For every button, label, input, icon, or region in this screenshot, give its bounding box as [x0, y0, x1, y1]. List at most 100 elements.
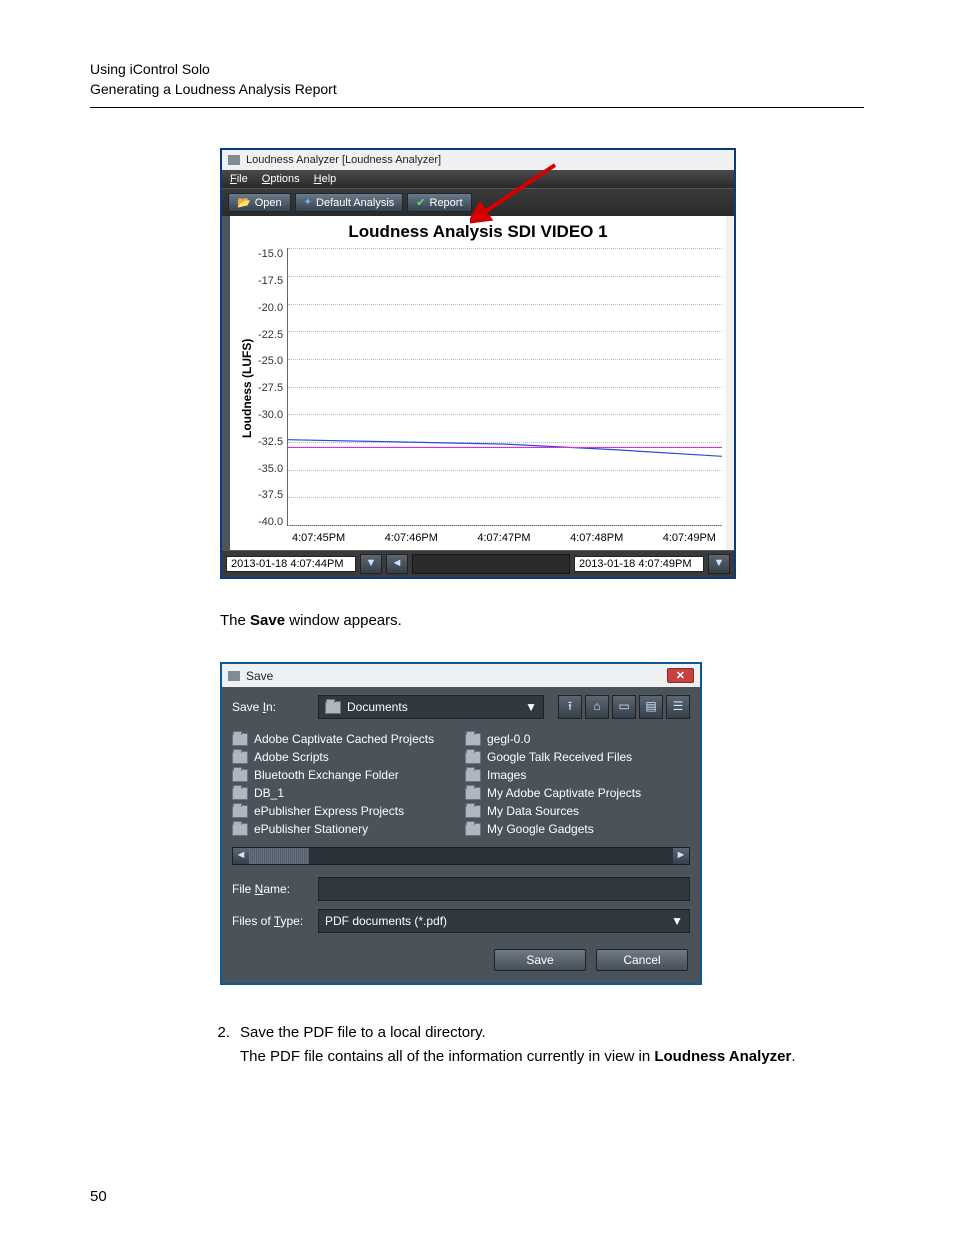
home-button[interactable]: ⌂ [585, 695, 609, 719]
x-tick: 4:07:47PM [477, 532, 530, 544]
y-tick: -15.0 [258, 248, 283, 260]
y-tick: -27.5 [258, 382, 283, 394]
folder-icon [232, 805, 248, 818]
report-button[interactable]: ✔ Report [407, 193, 471, 212]
folder-icon [465, 805, 481, 818]
new-folder-button[interactable]: ▭ [612, 695, 636, 719]
open-label: Open [255, 197, 282, 209]
chart-plot-area [287, 248, 722, 526]
folder-item[interactable]: Google Talk Received Files [465, 749, 690, 765]
folder-item[interactable]: Adobe Captivate Cached Projects [232, 731, 457, 747]
step-2-line-2: The PDF file contains all of the informa… [240, 1045, 864, 1068]
save-button[interactable]: Save [494, 949, 586, 971]
scroll-left-button[interactable]: ◄ [233, 848, 249, 864]
folder-item[interactable]: Adobe Scripts [232, 749, 457, 765]
folder-icon [465, 787, 481, 800]
folder-item[interactable]: My Adobe Captivate Projects [465, 785, 690, 801]
folder-label: Google Talk Received Files [487, 750, 632, 764]
folder-item[interactable]: Bluetooth Exchange Folder [232, 767, 457, 783]
save-dialog: Save ✕ Save In: Documents ▼ ⭱ ⌂ ▭ ▤ [220, 662, 702, 985]
folder-item[interactable]: DB_1 [232, 785, 457, 801]
menu-file[interactable]: File [230, 173, 248, 185]
chevron-down-icon: ▼ [671, 914, 683, 928]
start-time-input[interactable]: 2013-01-18 4:07:44PM [226, 556, 356, 572]
folder-label: My Data Sources [487, 804, 579, 818]
page-number: 50 [90, 1188, 864, 1205]
save-titlebar: Save ✕ [222, 664, 700, 687]
step-back-button[interactable]: ◄ [386, 554, 408, 574]
header-rule [90, 107, 864, 108]
folder-label: DB_1 [254, 786, 284, 800]
cancel-button[interactable]: Cancel [596, 949, 688, 971]
y-tick: -35.0 [258, 463, 283, 475]
chart-x-ticks: 4:07:45PM4:07:46PM4:07:47PM4:07:48PM4:07… [230, 528, 726, 550]
y-tick: -25.0 [258, 355, 283, 367]
y-tick: -40.0 [258, 516, 283, 528]
x-tick: 4:07:48PM [570, 532, 623, 544]
folder-icon [325, 701, 341, 714]
default-analysis-button[interactable]: ✦ Default Analysis [295, 193, 404, 212]
x-tick: 4:07:46PM [385, 532, 438, 544]
folder-icon [232, 769, 248, 782]
start-time-dropdown[interactable]: ▼ [360, 554, 382, 574]
folder-item[interactable]: ePublisher Stationery [232, 821, 457, 837]
y-tick: -22.5 [258, 329, 283, 341]
folder-icon [232, 733, 248, 746]
folder-label: Bluetooth Exchange Folder [254, 768, 399, 782]
folder-label: My Google Gadgets [487, 822, 594, 836]
folder-item[interactable]: ePublisher Express Projects [232, 803, 457, 819]
default-analysis-label: Default Analysis [316, 197, 394, 209]
folder-label: ePublisher Express Projects [254, 804, 404, 818]
file-name-input[interactable] [318, 877, 690, 901]
folder-item[interactable]: gegl-0.0 [465, 731, 690, 747]
folder-listing: Adobe Captivate Cached Projects Adobe Scr… [222, 727, 700, 841]
folder-item[interactable]: Images [465, 767, 690, 783]
y-tick: -37.5 [258, 489, 283, 501]
scroll-right-button[interactable]: ► [673, 848, 689, 864]
app-icon [228, 155, 240, 165]
up-folder-button[interactable]: ⭱ [558, 695, 582, 719]
folder-label: Adobe Captivate Cached Projects [254, 732, 434, 746]
list-view-button[interactable]: ▤ [639, 695, 663, 719]
folder-icon [465, 751, 481, 764]
open-button[interactable]: 📂 Open [228, 193, 291, 212]
menu-help[interactable]: Help [314, 173, 337, 185]
folder-label: ePublisher Stationery [254, 822, 368, 836]
menu-options[interactable]: Options [262, 173, 300, 185]
folder-label: My Adobe Captivate Projects [487, 786, 641, 800]
end-time-dropdown[interactable]: ▼ [708, 554, 730, 574]
save-app-icon [228, 671, 240, 681]
header-section: Generating a Loudness Analysis Report [90, 80, 864, 100]
folder-item[interactable]: My Data Sources [465, 803, 690, 819]
y-tick: -20.0 [258, 302, 283, 314]
folder-icon [232, 787, 248, 800]
horizontal-scrollbar[interactable]: ◄ ► [232, 847, 690, 865]
save-window-title: Save [246, 669, 273, 683]
folder-item[interactable]: My Google Gadgets [465, 821, 690, 837]
time-slider-track[interactable] [412, 554, 570, 574]
analysis-icon: ✦ [304, 197, 312, 208]
step-2-number: 2. [212, 1021, 230, 1068]
chart-y-axis-label: Loudness (LUFS) [238, 248, 256, 528]
scroll-thumb[interactable] [249, 848, 309, 864]
save-in-select[interactable]: Documents ▼ [318, 695, 544, 719]
end-time-input[interactable]: 2013-01-18 4:07:49PM [574, 556, 704, 572]
time-range-bar: 2013-01-18 4:07:44PM ▼ ◄ 2013-01-18 4:07… [222, 550, 734, 577]
save-appears-text: The Save window appears. [220, 609, 864, 632]
folder-label: Adobe Scripts [254, 750, 329, 764]
close-button[interactable]: ✕ [667, 668, 694, 683]
details-view-button[interactable]: ☰ [666, 695, 690, 719]
chart-panel: Loudness Analysis SDI VIDEO 1 Loudness (… [222, 216, 734, 550]
folder-label: gegl-0.0 [487, 732, 530, 746]
folder-icon [465, 733, 481, 746]
folder-icon [232, 823, 248, 836]
open-icon: 📂 [237, 196, 251, 209]
file-type-select[interactable]: PDF documents (*.pdf) ▼ [318, 909, 690, 933]
file-type-value: PDF documents (*.pdf) [325, 914, 447, 928]
save-in-label: Save In: [232, 700, 310, 714]
folder-icon [232, 751, 248, 764]
chevron-down-icon: ▼ [525, 700, 537, 714]
header-chapter: Using iControl Solo [90, 60, 864, 80]
step-2-line-1: Save the PDF file to a local directory. [240, 1021, 864, 1044]
y-tick: -32.5 [258, 436, 283, 448]
